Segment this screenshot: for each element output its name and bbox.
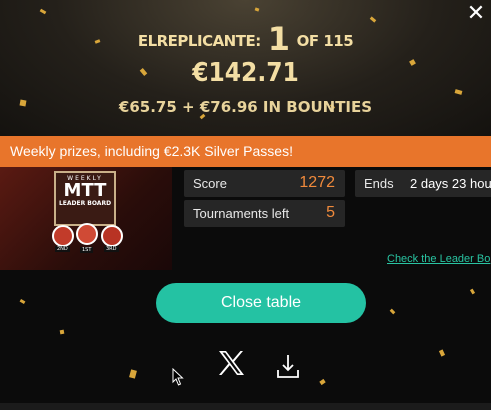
confetti: [389, 308, 396, 315]
avatar: [76, 223, 98, 245]
confetti: [254, 7, 260, 12]
confetti: [59, 329, 65, 335]
bounties-amount: €65.75 + €76.96 IN BOUNTIES: [118, 98, 373, 116]
placement-line: ELREPLICANTE: 1 OF 115: [0, 20, 491, 58]
confetti: [438, 349, 446, 357]
confetti: [39, 8, 47, 15]
confetti: [319, 378, 326, 386]
score-value: 1272: [299, 174, 335, 191]
confetti: [19, 298, 26, 305]
promo-banner: Weekly prizes, including €2.3K Silver Pa…: [0, 136, 491, 167]
mouse-cursor-icon: [172, 367, 184, 390]
result-header: ELREPLICANTE: 1 OF 115 €142.71 €65.75 + …: [0, 0, 491, 136]
score-stat: Score 1272: [184, 170, 345, 197]
background-table-strip: [0, 403, 491, 410]
confetti: [129, 369, 137, 379]
place-tag: 2ND: [55, 246, 70, 252]
avatar: [52, 225, 74, 247]
confetti: [469, 288, 476, 295]
player-name: ELREPLICANTE:: [137, 32, 261, 50]
leaderboard-logo: WEEKLY MTT LEADER BOARD: [54, 171, 116, 226]
avatar: [101, 225, 123, 247]
prize-amount: €142.71: [192, 58, 299, 88]
x-logo-icon[interactable]: [216, 348, 246, 378]
leaderboard-image[interactable]: WEEKLY MTT LEADER BOARD 2ND 1ST 3RD: [0, 167, 172, 270]
ends-label: Ends: [364, 176, 394, 191]
tournaments-left-label: Tournaments left: [193, 206, 290, 221]
tournaments-left-value: 5: [326, 204, 335, 221]
field-size: OF 115: [296, 32, 354, 50]
score-label: Score: [193, 176, 227, 191]
ends-value: 2 days 23 hou: [410, 176, 491, 191]
download-icon[interactable]: [275, 352, 301, 380]
place-tag: 1ST: [80, 247, 94, 253]
close-table-button[interactable]: Close table: [156, 283, 366, 323]
place-tag: 3RD: [104, 246, 119, 252]
ends-stat: Ends 2 days 23 hou: [355, 170, 491, 197]
confetti: [454, 89, 463, 95]
finish-rank: 1: [267, 20, 290, 58]
tournaments-left-stat: Tournaments left 5: [184, 200, 345, 227]
close-icon[interactable]: ✕: [465, 3, 487, 25]
check-leaderboard-link[interactable]: Check the Leader Bo: [387, 253, 490, 265]
